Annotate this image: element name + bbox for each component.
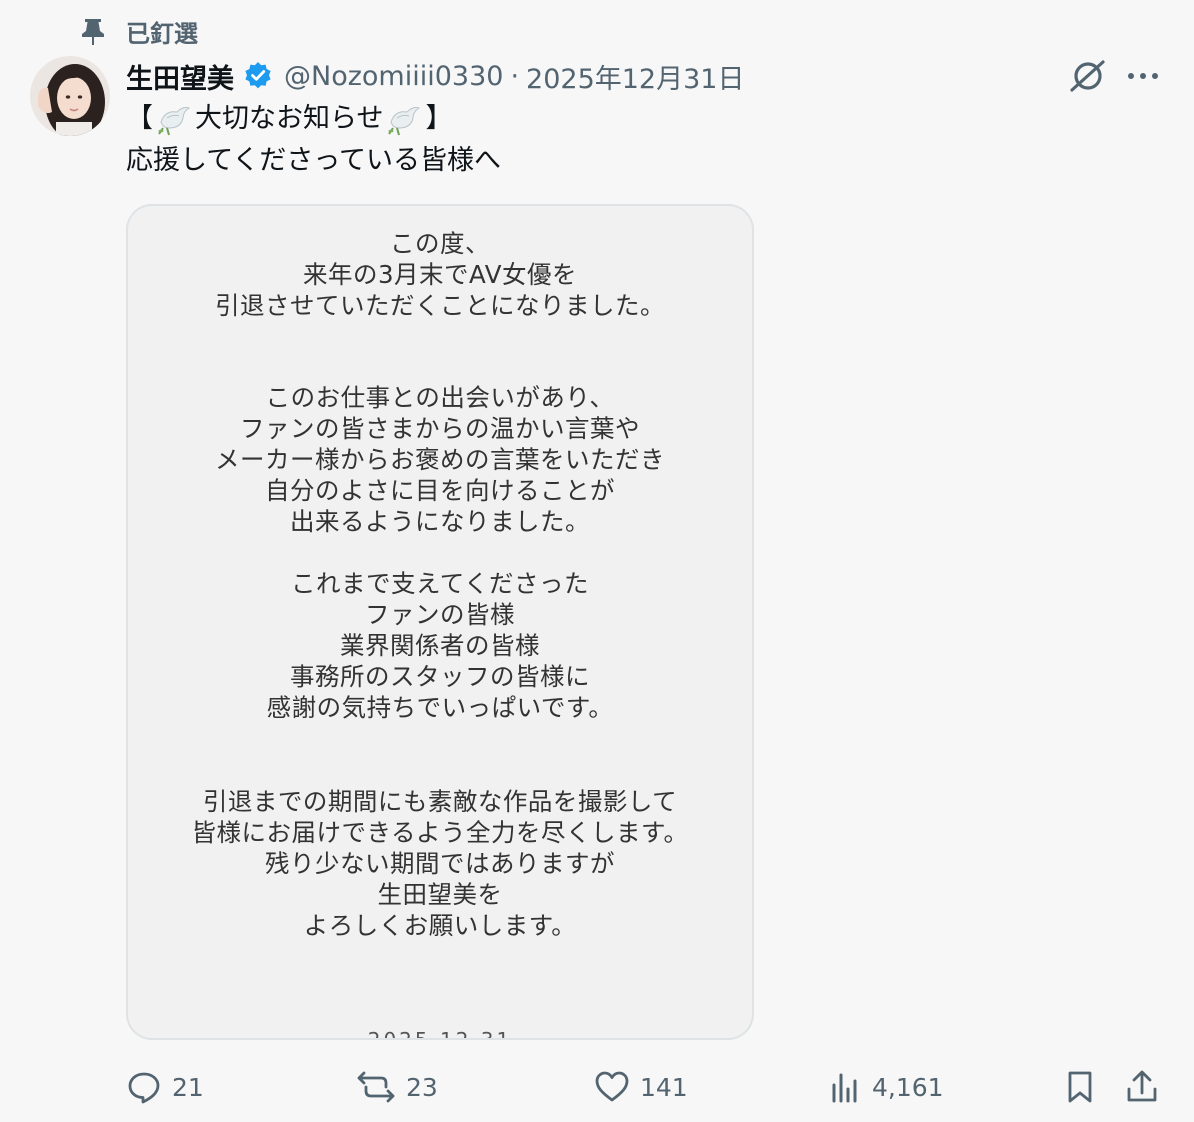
notice-line: 皆様にお届けできるよう全力を尽くします。 [191,818,689,847]
verified-badge-icon[interactable] [242,60,274,92]
post-header: 生田望美 @Nozomiiii0330 · 2025年12月31日 [126,54,744,98]
notice-block-3: これまで支えてくださった ファンの皆様 業界関係者の皆様 事務所のスタッフの皆様… [128,568,752,723]
pin-icon [80,17,106,45]
repost-count: 23 [406,1072,438,1102]
notice-line: これまで支えてくださった [290,569,590,598]
notice-line: 出来るようになりました。 [290,507,590,536]
post-date[interactable]: 2025年12月31日 [526,57,744,96]
bookmark-icon [1064,1069,1096,1105]
share-button[interactable] [1124,1062,1160,1112]
notice-line: 業界関係者の皆様 [340,631,540,660]
notice-block-2: このお仕事との出会いがあり、 ファンの皆さまからの温かい言葉や メーカー様からお… [128,382,752,537]
notice-line: 生田望美を [377,880,503,909]
notice-line: ファンの皆さまからの温かい言葉や [240,414,640,443]
notice-line: この度、 [390,229,490,258]
reply-button[interactable]: 21 [126,1062,204,1112]
pinned-post[interactable]: 已釘選 生田望美 @Nozomiiii0330 · 2025年12月31日 【 … [0,0,1194,1122]
notice-block-4: 引退までの期間にも素敵な作品を撮影して 皆様にお届けできるよう全力を尽くします。… [128,786,752,941]
notice-line: ファンの皆様 [365,600,515,629]
views-count: 4,161 [872,1072,944,1102]
notice-line: よろしくお願いします。 [303,911,577,940]
attached-image[interactable]: この度、 来年の3月末でAV女優を 引退させていただくことになりました。 このお… [126,204,754,1040]
notice-line: 自分のよさに目を向けることが [265,476,615,505]
author-handle[interactable]: @Nozomiiii0330 [284,61,503,92]
post-title-text: 大切なお知らせ [195,103,384,134]
views-button[interactable]: 4,161 [830,1062,944,1112]
notice-line: 事務所のスタッフの皆様に [290,662,590,691]
display-name[interactable]: 生田望美 [126,57,234,96]
separator-dot: · [510,60,520,92]
pinned-label: 已釘選 [126,19,198,48]
more-icon[interactable] [1124,58,1162,94]
post-title-line: 【 大切なお知らせ 】 [126,98,501,140]
grok-icon[interactable] [1068,56,1108,96]
reply-icon [126,1069,162,1105]
notice-line: メーカー様からお褒めの言葉をいただき [215,445,665,474]
title-bracket-open: 【 [126,103,153,134]
avatar[interactable] [30,56,110,136]
notice-block-1: この度、 来年の3月末でAV女優を 引退させていただくことになりました。 [128,228,752,321]
action-bar: 21 23 141 4,161 [0,1062,1194,1114]
pinned-indicator: 已釘選 [80,14,198,48]
title-bracket-close: 】 [425,103,453,134]
share-icon [1124,1069,1160,1105]
like-count: 141 [640,1072,688,1102]
notice-line: 引退させていただくことになりました。 [215,291,665,320]
notice-line: 残り少ない期間ではありますが [265,849,615,878]
dove-icon [155,100,193,138]
notice-line: このお仕事との出会いがあり、 [265,383,615,412]
like-button[interactable]: 141 [594,1062,688,1112]
dove-icon [385,100,423,138]
heart-icon [594,1069,630,1105]
repost-icon [356,1069,396,1105]
reply-count: 21 [172,1072,204,1102]
repost-button[interactable]: 23 [356,1062,438,1112]
notice-date-cut: 2025.12.31 [367,1028,513,1040]
post-text-line: 応援してくださっている皆様へ [126,145,502,176]
post-text: 【 大切なお知らせ 】 応援してくださっている皆様へ [126,98,501,182]
views-icon [830,1069,862,1105]
notice-line: 来年の3月末でAV女優を [302,260,578,289]
notice-line: 感謝の気持ちでいっぱいです。 [266,693,614,722]
notice-line: 引退までの期間にも素敵な作品を撮影して [202,787,678,816]
bookmark-button[interactable] [1064,1062,1096,1112]
